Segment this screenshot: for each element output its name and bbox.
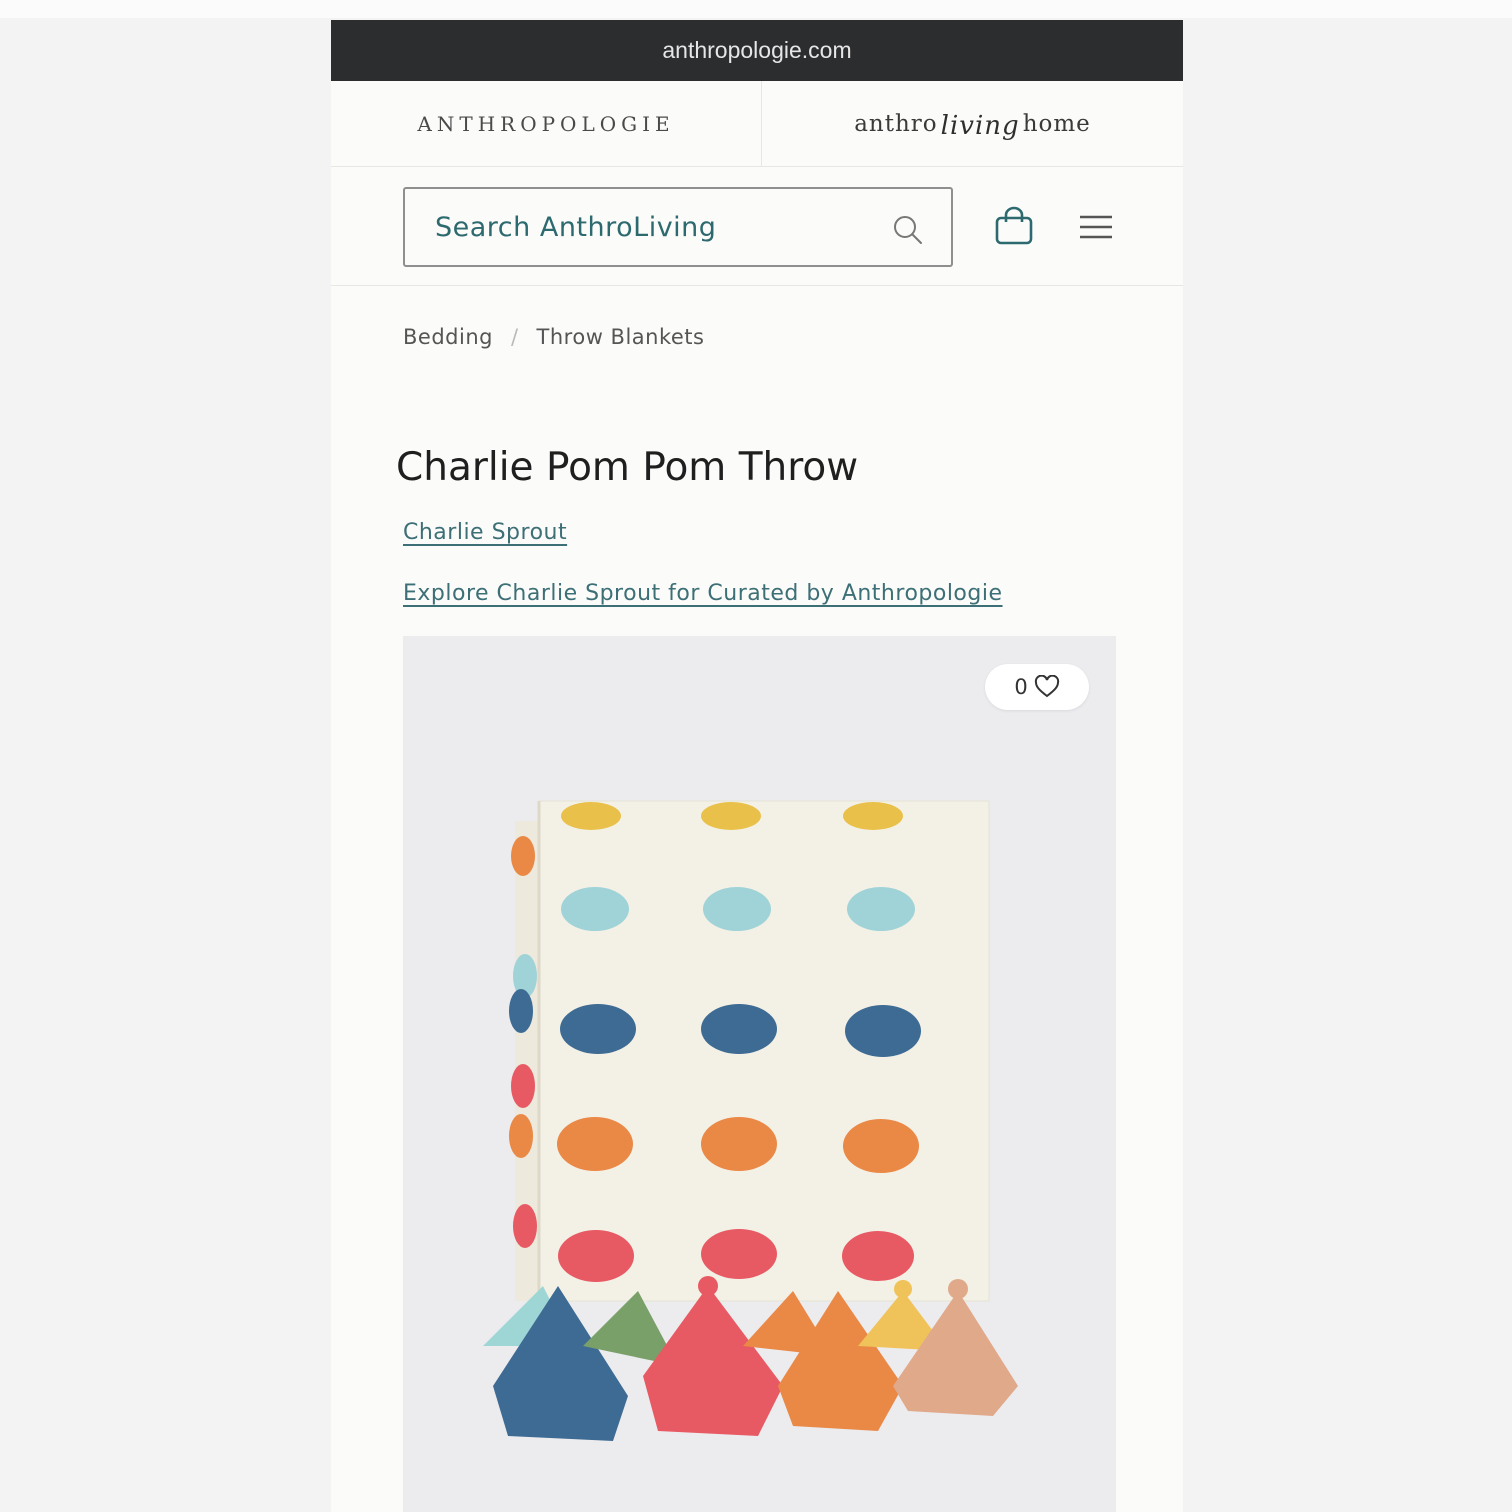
- anthroliving-logo-prefix: anthro: [854, 110, 938, 137]
- search-input[interactable]: [433, 210, 867, 244]
- pom-row-coral: [558, 1229, 914, 1282]
- shopping-bag-icon[interactable]: [993, 205, 1035, 247]
- top-strip: [0, 0, 1512, 18]
- pom-row-orange: [557, 1117, 919, 1173]
- product-title: Charlie Pom Pom Throw: [396, 445, 859, 490]
- pom-row-aqua: [561, 887, 915, 931]
- favorite-button[interactable]: 0: [985, 664, 1089, 710]
- mobile-screen: anthropologie.com ANTHROPOLOGIE anthro l…: [331, 20, 1183, 1512]
- brand-switcher: ANTHROPOLOGIE anthro living home: [331, 81, 1183, 167]
- product-image-panel[interactable]: 0: [403, 636, 1116, 1512]
- breadcrumb-item-bedding[interactable]: Bedding: [403, 325, 493, 349]
- anthropologie-brand-tab[interactable]: ANTHROPOLOGIE: [331, 81, 762, 166]
- brand-link[interactable]: Charlie Sprout: [403, 520, 567, 545]
- pom-row-yellow: [561, 802, 903, 830]
- breadcrumb: Bedding / Throw Blankets: [403, 325, 704, 349]
- search-box[interactable]: [403, 187, 953, 267]
- breadcrumb-item-throw-blankets[interactable]: Throw Blankets: [537, 325, 705, 349]
- pom-pom-throw-photo: [483, 800, 1018, 1441]
- search-icon[interactable]: [891, 213, 925, 247]
- url-text[interactable]: anthropologie.com: [662, 37, 851, 64]
- anthroliving-logo-script: living: [940, 110, 1020, 141]
- breadcrumb-separator: /: [510, 325, 519, 349]
- header-toolbar: [331, 167, 1183, 286]
- browser-url-bar[interactable]: anthropologie.com: [331, 20, 1183, 81]
- anthroliving-brand-tab[interactable]: anthro living home: [762, 81, 1183, 166]
- heart-icon: [1034, 675, 1059, 698]
- explore-brand-link[interactable]: Explore Charlie Sprout for Curated by An…: [403, 581, 1003, 606]
- pom-row-blue: [560, 1004, 921, 1057]
- hamburger-menu-icon[interactable]: [1078, 211, 1114, 243]
- anthropologie-logo: ANTHROPOLOGIE: [417, 111, 675, 136]
- favorite-count: 0: [1014, 675, 1028, 699]
- anthroliving-logo-suffix: home: [1022, 110, 1091, 137]
